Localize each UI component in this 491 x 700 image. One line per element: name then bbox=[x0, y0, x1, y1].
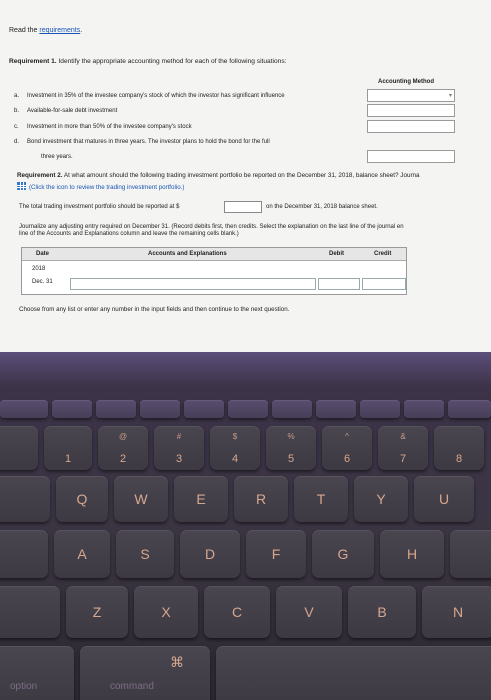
key-5[interactable]: % 5 bbox=[266, 426, 316, 470]
key-1[interactable]: 1 bbox=[44, 426, 92, 470]
key-3[interactable]: # 3 bbox=[154, 426, 204, 470]
key-x[interactable]: X bbox=[134, 586, 198, 638]
laptop-keyboard: 1 @ 2 # 3 $ 4 % 5 ^ 6 & 7 8 Q W E R T Y … bbox=[0, 352, 491, 700]
esc-key[interactable] bbox=[0, 400, 48, 418]
journal-date: Dec. 31 bbox=[32, 279, 53, 285]
option-key[interactable]: option bbox=[0, 646, 74, 700]
requirement-1-heading: Requirement 1. Identify the appropriate … bbox=[9, 58, 287, 65]
f3-key[interactable] bbox=[140, 400, 180, 418]
f7-key[interactable] bbox=[316, 400, 356, 418]
date-column-header: Date bbox=[36, 251, 50, 257]
accounting-method-header: Accounting Method bbox=[378, 79, 434, 85]
f4-key[interactable] bbox=[184, 400, 224, 418]
journal-entry-table: Date Accounts and Explanations Debit Cre… bbox=[21, 247, 407, 295]
key-z[interactable]: Z bbox=[66, 586, 128, 638]
tab-key[interactable] bbox=[0, 476, 50, 522]
f9-key[interactable] bbox=[404, 400, 444, 418]
credit-input[interactable] bbox=[362, 278, 406, 290]
read-requirements-line: Read the requirements. bbox=[9, 27, 83, 34]
spreadsheet-icon[interactable] bbox=[17, 182, 26, 190]
key-f[interactable]: F bbox=[246, 530, 306, 578]
shift-key[interactable] bbox=[0, 586, 60, 638]
key-4[interactable]: $ 4 bbox=[210, 426, 260, 470]
command-key[interactable]: ⌘ command bbox=[80, 646, 210, 700]
journalize-instructions: Journalize any adjusting entry required … bbox=[19, 224, 404, 237]
situation-d: d. Bond investment that matures in three … bbox=[14, 139, 270, 145]
key-h[interactable]: H bbox=[380, 530, 444, 578]
portfolio-icon-link[interactable]: (Click the icon to review the trading in… bbox=[17, 182, 184, 191]
portfolio-prompt-suffix: on the December 31, 2018 balance sheet. bbox=[266, 204, 378, 210]
account-select[interactable] bbox=[70, 278, 316, 290]
situation-c: c. Investment in more than 50% of the inv… bbox=[14, 124, 192, 130]
key-6[interactable]: ^ 6 bbox=[322, 426, 372, 470]
accounting-method-select-b[interactable] bbox=[367, 104, 455, 117]
requirement-2-heading: Requirement 2. At what amount should the… bbox=[17, 172, 420, 179]
key-d[interactable]: D bbox=[180, 530, 240, 578]
accounting-method-select-d[interactable] bbox=[367, 150, 455, 163]
journal-row: 2018 Dec. 31 bbox=[22, 261, 406, 295]
accounting-method-select-c[interactable] bbox=[367, 120, 455, 133]
backtick-key[interactable] bbox=[0, 426, 38, 470]
key-q[interactable]: Q bbox=[56, 476, 108, 522]
command-icon: ⌘ bbox=[170, 654, 184, 670]
portfolio-prompt: The total trading investment portfolio s… bbox=[19, 204, 180, 210]
key-2[interactable]: @ 2 bbox=[98, 426, 148, 470]
f5-key[interactable] bbox=[228, 400, 268, 418]
journal-header-row: Date Accounts and Explanations Debit Cre… bbox=[22, 248, 406, 261]
accounts-column-header: Accounts and Explanations bbox=[148, 251, 227, 257]
debit-column-header: Debit bbox=[329, 251, 344, 257]
requirements-link[interactable]: requirements bbox=[39, 27, 80, 34]
key-7[interactable]: & 7 bbox=[378, 426, 428, 470]
caps-lock-key[interactable] bbox=[0, 530, 48, 578]
key-b[interactable]: B bbox=[348, 586, 416, 638]
f2-key[interactable] bbox=[96, 400, 136, 418]
f6-key[interactable] bbox=[272, 400, 312, 418]
portfolio-amount-input[interactable] bbox=[224, 201, 262, 213]
key-a[interactable]: A bbox=[54, 530, 110, 578]
key-y[interactable]: Y bbox=[354, 476, 408, 522]
accounting-method-select-a[interactable]: ▾ bbox=[367, 89, 455, 102]
key-r[interactable]: R bbox=[234, 476, 288, 522]
situation-a: a. Investment in 35% of the investee comp… bbox=[14, 93, 285, 99]
key-s[interactable]: S bbox=[116, 530, 174, 578]
f8-key[interactable] bbox=[360, 400, 400, 418]
key-t[interactable]: T bbox=[294, 476, 348, 522]
debit-input[interactable] bbox=[318, 278, 360, 290]
chevron-down-icon: ▾ bbox=[448, 93, 452, 99]
credit-column-header: Credit bbox=[374, 251, 392, 257]
key-c[interactable]: C bbox=[204, 586, 270, 638]
key-n[interactable]: N bbox=[422, 586, 491, 638]
situation-d-continued: three years. bbox=[41, 154, 73, 160]
f10-key[interactable] bbox=[448, 400, 491, 418]
browser-page: Read the requirements. Requirement 1. Id… bbox=[0, 0, 491, 352]
key-w[interactable]: W bbox=[114, 476, 168, 522]
f1-key[interactable] bbox=[52, 400, 92, 418]
key-e[interactable]: E bbox=[174, 476, 228, 522]
key-g[interactable]: G bbox=[312, 530, 374, 578]
key-u[interactable]: U bbox=[414, 476, 474, 522]
key-8[interactable]: 8 bbox=[434, 426, 484, 470]
journal-year: 2018 bbox=[32, 266, 46, 272]
key-j[interactable] bbox=[450, 530, 491, 578]
spacebar[interactable] bbox=[216, 646, 491, 700]
key-v[interactable]: V bbox=[276, 586, 342, 638]
footer-instruction: Choose from any list or enter any number… bbox=[19, 306, 290, 313]
situation-b: b. Available-for-sale debt investment bbox=[14, 108, 118, 114]
